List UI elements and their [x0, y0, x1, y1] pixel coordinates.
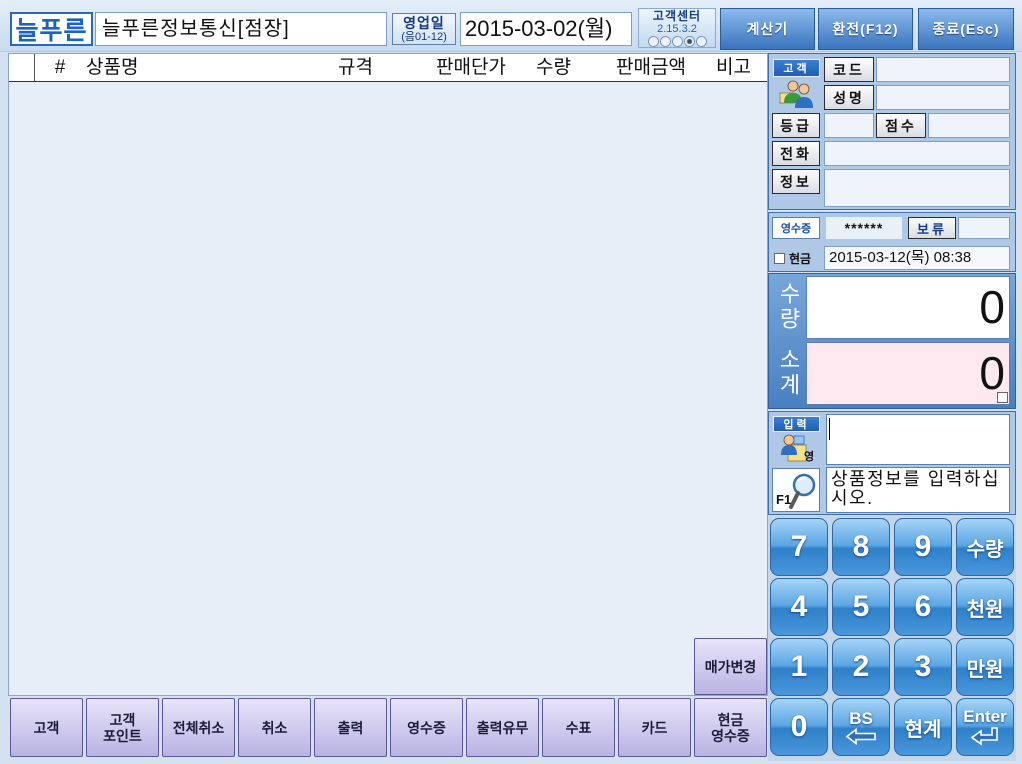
enter-key[interactable]: Enter	[956, 698, 1014, 756]
status-light	[671, 35, 683, 47]
key-8[interactable]: 8	[832, 518, 890, 576]
cancel-all-button[interactable]: 전체취소	[162, 698, 235, 757]
column-header-unit-price[interactable]: 판매단가	[436, 54, 506, 81]
price-change-button[interactable]: 매가변경	[694, 638, 767, 695]
current-datetime: 2015-03-12(목) 08:38	[824, 246, 1010, 270]
key-ten-thousand[interactable]: 만원	[956, 638, 1014, 696]
grid-body[interactable]	[9, 82, 767, 695]
member-card-icon-text: 영	[804, 451, 815, 463]
print-button[interactable]: 출력	[314, 698, 387, 757]
key-4[interactable]: 4	[770, 578, 828, 636]
business-day-lunar: (음01-12)	[401, 30, 447, 43]
customer-group-icon[interactable]	[779, 79, 815, 109]
exit-button[interactable]: 종료(Esc)	[918, 8, 1014, 50]
calculator-button[interactable]: 계산기	[720, 8, 815, 50]
business-day-label: 영업일	[403, 14, 445, 31]
card-payment-button[interactable]: 카드	[618, 698, 691, 757]
key-2[interactable]: 2	[832, 638, 890, 696]
name-label: 성명	[824, 85, 874, 110]
cash-checkbox[interactable]	[774, 253, 785, 264]
status-lights	[647, 35, 707, 47]
business-date: 2015-03-02(월)	[460, 12, 632, 46]
support-center-label: 고객센터	[652, 8, 702, 23]
receipt-label: 영수증	[772, 217, 820, 239]
receipt-button[interactable]: 영수증	[390, 698, 463, 757]
sales-item-grid[interactable]: # 상품명 규격 판매단가 수량 판매금액 비고	[8, 53, 768, 696]
print-toggle-button[interactable]: 출력유무	[466, 698, 539, 757]
quantity-label: 수량	[776, 282, 801, 332]
key-3[interactable]: 3	[894, 638, 952, 696]
column-header-number[interactable]: #	[39, 54, 81, 81]
column-header-note[interactable]: 비고	[716, 54, 751, 81]
subtotal-checkbox[interactable]	[997, 392, 1008, 403]
customer-phone-field[interactable]	[824, 141, 1010, 166]
business-day-button[interactable]: 영업일 (음01-12)	[392, 13, 456, 45]
key-5[interactable]: 5	[832, 578, 890, 636]
subtotal-label: 소계	[776, 348, 801, 398]
member-card-icon[interactable]: 영	[780, 433, 818, 464]
customer-code-field[interactable]	[876, 57, 1010, 82]
phone-label: 전화	[772, 141, 820, 166]
cash-label: 현금	[789, 252, 812, 266]
key-7[interactable]: 7	[770, 518, 828, 576]
subtotal-display: 0	[806, 342, 1010, 405]
key-subtotal[interactable]: 현계	[894, 698, 952, 756]
app-version: 2.15.3.2	[657, 22, 697, 35]
backspace-arrow-icon	[845, 727, 876, 745]
column-header-spec[interactable]: 규격	[338, 54, 373, 81]
column-header-amount[interactable]: 판매금액	[616, 54, 686, 81]
exchange-button[interactable]: 환전(F12)	[818, 8, 913, 50]
receipt-number: ******	[826, 217, 902, 239]
backspace-key-label: BS	[849, 708, 873, 728]
app-logo: 늘푸른	[10, 12, 93, 46]
key-6[interactable]: 6	[894, 578, 952, 636]
enter-key-label: Enter	[963, 707, 1007, 726]
cash-receipt-button[interactable]: 현금 영수증	[694, 698, 767, 757]
backspace-key[interactable]: BS	[832, 698, 890, 756]
cancel-button[interactable]: 취소	[238, 698, 311, 757]
row-indicator-header	[9, 54, 35, 81]
code-label: 코드	[824, 57, 874, 82]
status-light	[647, 35, 659, 47]
points-label: 점수	[876, 113, 926, 138]
key-0[interactable]: 0	[770, 698, 828, 756]
key-thousand[interactable]: 천원	[956, 578, 1014, 636]
hold-field[interactable]	[958, 217, 1010, 239]
check-payment-button[interactable]: 수표	[542, 698, 615, 757]
customer-name-field[interactable]	[876, 85, 1010, 110]
text-caret	[829, 418, 830, 440]
customer-points-button[interactable]: 고객 포인트	[86, 698, 159, 757]
enter-arrow-icon	[970, 727, 998, 746]
column-header-quantity[interactable]: 수량	[536, 54, 571, 81]
status-light	[683, 35, 695, 47]
store-name: 늘푸른정보통신[점장]	[95, 12, 387, 46]
key-1[interactable]: 1	[770, 638, 828, 696]
input-badge: 입력	[773, 416, 820, 432]
status-light	[695, 35, 707, 47]
product-input-field[interactable]	[826, 414, 1010, 465]
column-header-product-name[interactable]: 상품명	[86, 54, 138, 81]
customer-grade-field[interactable]	[824, 113, 874, 138]
support-center-button[interactable]: 고객센터 2.15.3.2	[638, 8, 716, 48]
customer-points-field[interactable]	[928, 113, 1010, 138]
hold-button[interactable]: 보류	[908, 217, 956, 239]
grade-label: 등급	[772, 113, 820, 138]
quantity-display: 0	[806, 276, 1010, 339]
grid-header: # 상품명 규격 판매단가 수량 판매금액 비고	[9, 54, 767, 82]
customer-info-field[interactable]	[824, 169, 1010, 207]
key-9[interactable]: 9	[894, 518, 952, 576]
info-label: 정보	[772, 169, 820, 194]
key-quantity[interactable]: 수량	[956, 518, 1014, 576]
customer-badge: 고객	[773, 59, 820, 77]
magnifier-icon[interactable]: F1	[772, 468, 820, 512]
status-message: 상품정보를 입력하십시오.	[826, 467, 1010, 513]
customer-button[interactable]: 고객	[10, 698, 83, 757]
status-light	[659, 35, 671, 47]
